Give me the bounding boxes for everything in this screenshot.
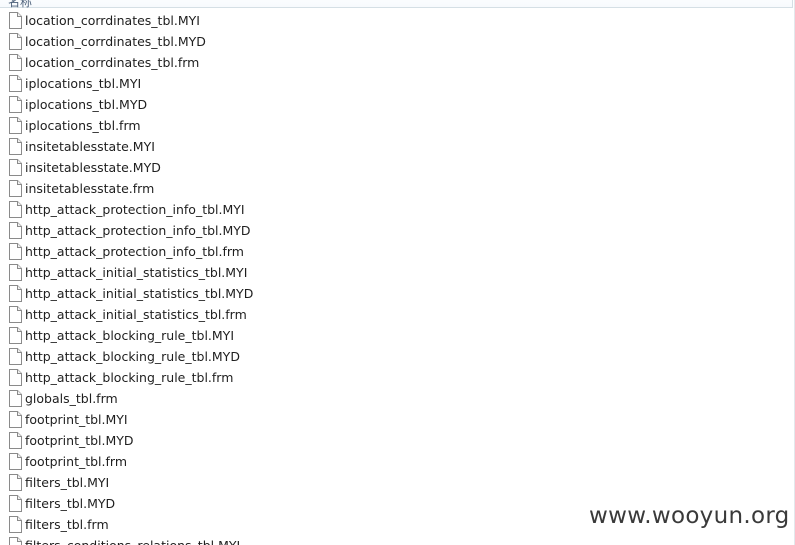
file-name-label: footprint_tbl.MYI bbox=[25, 412, 128, 427]
file-icon bbox=[9, 369, 22, 386]
file-list-item[interactable]: http_attack_blocking_rule_tbl.MYI bbox=[0, 325, 795, 346]
watermark-text: www.wooyun.org bbox=[589, 503, 790, 529]
file-icon bbox=[9, 117, 22, 134]
file-icon bbox=[9, 285, 22, 302]
file-list-item[interactable]: http_attack_blocking_rule_tbl.MYD bbox=[0, 346, 795, 367]
file-list-item[interactable]: footprint_tbl.MYD bbox=[0, 430, 795, 451]
file-name-label: http_attack_blocking_rule_tbl.frm bbox=[25, 370, 234, 385]
file-name-label: filters_tbl.frm bbox=[25, 517, 109, 532]
file-icon bbox=[9, 432, 22, 449]
file-name-label: http_attack_protection_info_tbl.MYD bbox=[25, 223, 251, 238]
file-name-label: insitetablesstate.MYI bbox=[25, 139, 155, 154]
column-header-name[interactable]: 名称 bbox=[0, 0, 793, 9]
file-name-label: iplocations_tbl.MYD bbox=[25, 97, 148, 112]
file-icon bbox=[9, 516, 22, 533]
file-name-label: http_attack_protection_info_tbl.MYI bbox=[25, 202, 245, 217]
file-list-item[interactable]: filters_conditions_relations_tbl.MYI bbox=[0, 535, 795, 545]
file-icon bbox=[9, 12, 22, 29]
file-icon bbox=[9, 348, 22, 365]
file-list: location_corrdinates_tbl.MYI location_cor… bbox=[0, 10, 795, 545]
file-name-label: globals_tbl.frm bbox=[25, 391, 118, 406]
file-name-label: filters_tbl.MYI bbox=[25, 475, 110, 490]
file-name-label: http_attack_initial_statistics_tbl.frm bbox=[25, 307, 247, 322]
file-name-label: footprint_tbl.MYD bbox=[25, 433, 134, 448]
file-list-item[interactable]: insitetablesstate.frm bbox=[0, 178, 795, 199]
file-icon bbox=[9, 243, 22, 260]
file-name-label: iplocations_tbl.MYI bbox=[25, 76, 142, 91]
file-list-item[interactable]: footprint_tbl.frm bbox=[0, 451, 795, 472]
file-icon bbox=[9, 180, 22, 197]
file-name-label: footprint_tbl.frm bbox=[25, 454, 127, 469]
file-icon bbox=[9, 306, 22, 323]
file-icon bbox=[9, 411, 22, 428]
file-name-label: http_attack_protection_info_tbl.frm bbox=[25, 244, 244, 259]
file-name-label: filters_tbl.MYD bbox=[25, 496, 116, 511]
file-list-item[interactable]: http_attack_initial_statistics_tbl.MYD bbox=[0, 283, 795, 304]
file-list-item[interactable]: footprint_tbl.MYI bbox=[0, 409, 795, 430]
file-icon bbox=[9, 327, 22, 344]
file-list-item[interactable]: location_corrdinates_tbl.frm bbox=[0, 52, 795, 73]
file-name-label: http_attack_initial_statistics_tbl.MYD bbox=[25, 286, 254, 301]
file-icon bbox=[9, 222, 22, 239]
file-list-item[interactable]: insitetablesstate.MYD bbox=[0, 157, 795, 178]
file-list-item[interactable]: filters_tbl.MYI bbox=[0, 472, 795, 493]
file-icon bbox=[9, 537, 22, 545]
file-list-item[interactable]: iplocations_tbl.MYI bbox=[0, 73, 795, 94]
file-name-label: insitetablesstate.MYD bbox=[25, 160, 161, 175]
file-name-label: location_corrdinates_tbl.MYI bbox=[25, 13, 200, 28]
file-icon bbox=[9, 138, 22, 155]
file-list-item[interactable]: http_attack_protection_info_tbl.frm bbox=[0, 241, 795, 262]
file-name-label: location_corrdinates_tbl.MYD bbox=[25, 34, 206, 49]
file-name-label: insitetablesstate.frm bbox=[25, 181, 155, 196]
file-icon bbox=[9, 453, 22, 470]
file-name-label: location_corrdinates_tbl.frm bbox=[25, 55, 200, 70]
file-name-label: filters_conditions_relations_tbl.MYI bbox=[25, 538, 240, 545]
file-list-item[interactable]: http_attack_initial_statistics_tbl.frm bbox=[0, 304, 795, 325]
file-icon bbox=[9, 474, 22, 491]
column-header-label: 名称 bbox=[8, 0, 33, 9]
file-icon bbox=[9, 495, 22, 512]
file-icon bbox=[9, 264, 22, 281]
file-list-item[interactable]: http_attack_protection_info_tbl.MYD bbox=[0, 220, 795, 241]
file-icon bbox=[9, 201, 22, 218]
file-list-item[interactable]: iplocations_tbl.MYD bbox=[0, 94, 795, 115]
file-name-label: http_attack_blocking_rule_tbl.MYI bbox=[25, 328, 235, 343]
file-icon bbox=[9, 159, 22, 176]
file-icon bbox=[9, 54, 22, 71]
file-list-item[interactable]: location_corrdinates_tbl.MYD bbox=[0, 31, 795, 52]
file-list-item[interactable]: http_attack_protection_info_tbl.MYI bbox=[0, 199, 795, 220]
file-name-label: http_attack_initial_statistics_tbl.MYI bbox=[25, 265, 248, 280]
file-list-item[interactable]: globals_tbl.frm bbox=[0, 388, 795, 409]
file-icon bbox=[9, 33, 22, 50]
file-list-item[interactable]: location_corrdinates_tbl.MYI bbox=[0, 10, 795, 31]
file-name-label: iplocations_tbl.frm bbox=[25, 118, 141, 133]
file-list-item[interactable]: insitetablesstate.MYI bbox=[0, 136, 795, 157]
file-icon bbox=[9, 390, 22, 407]
file-name-label: http_attack_blocking_rule_tbl.MYD bbox=[25, 349, 240, 364]
file-icon bbox=[9, 75, 22, 92]
file-explorer-window: 名称 location_corrdinates_tbl.MYI location_… bbox=[0, 0, 795, 545]
file-icon bbox=[9, 96, 22, 113]
file-list-item[interactable]: http_attack_initial_statistics_tbl.MYI bbox=[0, 262, 795, 283]
file-list-item[interactable]: http_attack_blocking_rule_tbl.frm bbox=[0, 367, 795, 388]
file-list-item[interactable]: iplocations_tbl.frm bbox=[0, 115, 795, 136]
